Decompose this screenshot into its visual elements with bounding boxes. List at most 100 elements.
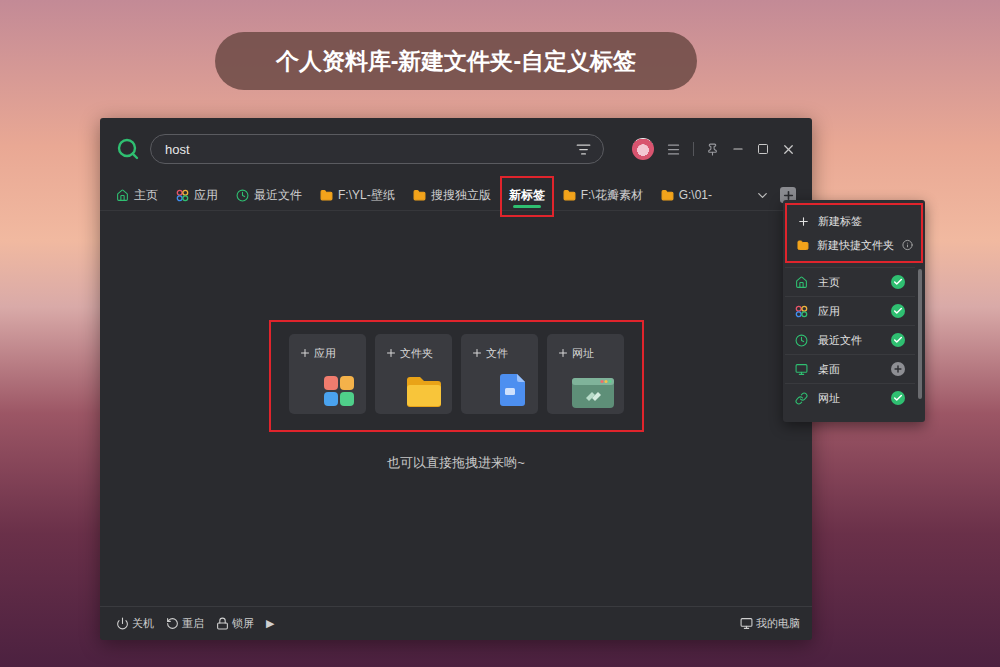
add-card-label: 应用 — [299, 346, 366, 361]
add-card-label: 文件 — [471, 346, 538, 361]
tab[interactable]: 主页 — [116, 180, 158, 210]
plus-icon — [299, 347, 311, 359]
check-icon — [893, 335, 903, 345]
new-tab-content: 应用文件夹文件网址也可以直接拖拽进来哟~ — [100, 211, 812, 606]
tab-toggle-row[interactable]: 主页 — [785, 267, 915, 296]
my-computer-button[interactable]: 我的电脑 — [740, 616, 800, 631]
footer-action[interactable]: 关机 — [116, 616, 154, 631]
tab[interactable]: 新标签 — [509, 180, 545, 210]
toggle-state[interactable] — [891, 275, 905, 289]
tab-toggle-row[interactable]: 桌面 — [785, 354, 915, 383]
maximize-icon — [757, 143, 769, 155]
tab-toggle-list: 主页应用最近文件桌面网址 — [785, 267, 923, 412]
filter-icon[interactable] — [576, 142, 591, 157]
minimize-button[interactable] — [731, 142, 745, 156]
card-icon — [570, 376, 616, 412]
close-icon — [781, 142, 796, 157]
tab[interactable]: F:\YL-壁纸 — [320, 180, 395, 210]
divider — [693, 142, 694, 156]
toggle-state[interactable] — [891, 333, 905, 347]
tab-list: 主页应用最近文件 F:\YL-壁纸搜搜独立版新标签 F:\花瓣素材 G:\01- — [116, 180, 745, 210]
add-card-label: 文件夹 — [385, 346, 452, 361]
menu-action[interactable]: 新建标签 — [787, 209, 921, 233]
info-icon[interactable] — [902, 239, 913, 251]
search-value[interactable]: host — [165, 142, 568, 157]
web-tile-icon — [570, 376, 616, 408]
file-tile-icon — [494, 372, 530, 408]
tab-dropdown-menu: 新建标签新建快捷文件夹主页应用最近文件桌面网址 — [783, 200, 925, 422]
app-window: host主页应用最近文件F:\YL-壁纸搜搜独立版新标签F:\花瓣素材G:\01… — [100, 118, 812, 640]
link-icon — [795, 392, 808, 405]
card-icon — [320, 374, 358, 412]
plus-icon — [385, 347, 397, 359]
status-bar: 关机重启锁屏 ▶ 我的电脑 — [100, 606, 812, 640]
tab[interactable]: G:\01- — [661, 180, 712, 210]
avatar[interactable] — [632, 138, 654, 160]
check-icon — [893, 306, 903, 316]
logo-search-icon — [116, 137, 140, 161]
title-banner: 个人资料库-新建文件夹-自定义标签 — [215, 32, 697, 90]
card-icon — [494, 372, 530, 412]
tab[interactable]: 应用 — [176, 180, 218, 210]
tab[interactable]: 搜搜独立版 — [413, 180, 491, 210]
footer-action[interactable]: 锁屏 — [216, 616, 254, 631]
tab[interactable]: F:\花瓣素材 — [563, 180, 643, 210]
home-icon — [116, 189, 129, 202]
clock-icon — [236, 189, 249, 202]
check-icon — [893, 277, 903, 287]
apps-icon — [795, 305, 808, 318]
computer-icon — [740, 617, 753, 630]
toggle-state[interactable] — [891, 304, 905, 318]
plus-icon — [893, 364, 903, 374]
footer-action[interactable]: 重启 — [166, 616, 204, 631]
plus-icon — [797, 215, 810, 228]
tab-overflow-button[interactable] — [755, 188, 770, 203]
apps-tile-icon — [320, 374, 358, 408]
clock-icon — [795, 334, 808, 347]
more-button[interactable]: ▶ — [266, 617, 274, 630]
add-card-label: 网址 — [557, 346, 624, 361]
check-icon — [893, 393, 903, 403]
desktop: 个人资料库-新建文件夹-自定义标签host主页应用最近文件F:\YL-壁纸搜搜独… — [0, 0, 1000, 667]
plus-icon — [557, 347, 569, 359]
menu-actions: 新建标签新建快捷文件夹 — [785, 203, 923, 263]
folder-icon — [320, 189, 333, 202]
add-card-grid: 应用 文件夹 文件 网址 — [269, 320, 644, 432]
title-bar: host — [100, 118, 812, 180]
folder-icon — [797, 239, 809, 252]
plus-icon — [471, 347, 483, 359]
add-card[interactable]: 文件夹 — [375, 334, 452, 414]
power-icon — [116, 617, 129, 630]
add-card[interactable]: 应用 — [289, 334, 366, 414]
add-card[interactable]: 网址 — [547, 334, 624, 414]
pin-button[interactable] — [706, 143, 719, 156]
folder-icon — [661, 189, 674, 202]
folder-icon — [563, 189, 576, 202]
pin-icon — [706, 143, 719, 156]
folder-icon — [413, 189, 426, 202]
lock-icon — [216, 617, 229, 630]
apps-icon — [176, 189, 189, 202]
add-card[interactable]: 文件 — [461, 334, 538, 414]
folder-tile-icon — [404, 374, 444, 408]
tab-toggle-row[interactable]: 最近文件 — [785, 325, 915, 354]
tab-bar: 主页应用最近文件 F:\YL-壁纸搜搜独立版新标签 F:\花瓣素材 G:\01- — [100, 180, 812, 211]
menu-button[interactable] — [666, 142, 681, 157]
window-controls — [632, 138, 796, 160]
search-field[interactable]: host — [150, 134, 604, 164]
toggle-state[interactable] — [891, 362, 905, 376]
home-icon — [795, 276, 808, 289]
close-button[interactable] — [781, 142, 796, 157]
maximize-button[interactable] — [757, 143, 769, 155]
card-icon — [404, 374, 444, 412]
chevron-down-icon — [755, 188, 770, 203]
desktop-icon — [795, 363, 808, 376]
tab[interactable]: 最近文件 — [236, 180, 302, 210]
hamburger-icon — [666, 142, 681, 157]
scrollbar[interactable] — [918, 269, 922, 399]
tab-toggle-row[interactable]: 应用 — [785, 296, 915, 325]
toggle-state[interactable] — [891, 391, 905, 405]
minimize-icon — [731, 142, 745, 156]
menu-action[interactable]: 新建快捷文件夹 — [787, 233, 921, 257]
tab-toggle-row[interactable]: 网址 — [785, 383, 915, 412]
